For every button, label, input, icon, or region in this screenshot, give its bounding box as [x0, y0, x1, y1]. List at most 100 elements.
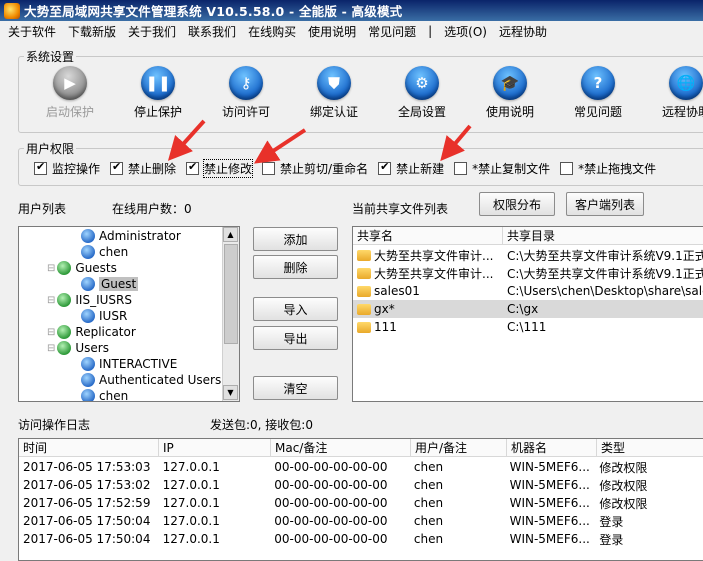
checkbox-empty-icon[interactable]	[262, 161, 276, 175]
permission-label: 监控操作	[52, 161, 101, 176]
log-row[interactable]: 2017-06-05 17:50:04 127.0.0.1 00-00-00-00-…	[19, 530, 703, 548]
scroll-down-arrow-icon[interactable]: ▼	[223, 385, 238, 400]
add-button[interactable]: 添加	[253, 227, 338, 251]
col-share-name[interactable]: 共享名	[353, 227, 503, 244]
log-row[interactable]: 2017-06-05 17:52:59 127.0.0.1 00-00-00-00-…	[19, 494, 703, 512]
log-cell: 127.0.0.1	[162, 514, 220, 528]
shared-folder-icon	[357, 267, 371, 279]
log-row[interactable]: 2017-06-05 17:53:03 127.0.0.1 00-00-00-00-…	[19, 458, 703, 476]
permission-label: *禁止复制文件	[472, 161, 551, 176]
toolbar-button-1[interactable]: ❚❚ 停止保护	[114, 60, 202, 124]
permission-checkbox-6[interactable]: *禁止拖拽文件	[560, 160, 656, 177]
user-tree-item[interactable]: IUSR	[81, 309, 127, 323]
log-row[interactable]: 2017-06-05 17:53:02 127.0.0.1 00-00-00-00-…	[19, 476, 703, 494]
user-tree-scrollbar[interactable]: ▲ ▼	[222, 227, 239, 401]
online-users-count: 0	[184, 202, 192, 216]
menu-item-4[interactable]: 在线购买	[248, 23, 296, 40]
menu-item-8[interactable]: 选项(O)	[444, 23, 487, 40]
shared-folder-icon	[357, 303, 371, 315]
checkbox-empty-icon[interactable]	[560, 161, 574, 175]
import-button[interactable]: 导入	[253, 297, 338, 321]
user-tree-item[interactable]: ⊟ IIS_IUSRS	[47, 293, 132, 307]
toolbar-button-4[interactable]: ⚙ 全局设置	[378, 60, 466, 124]
user-tree-label: chen	[99, 245, 129, 259]
user-tree-label: Authenticated Users	[99, 373, 222, 387]
col-share-path[interactable]: 共享目录	[503, 227, 703, 244]
log-col-4[interactable]: 机器名	[507, 439, 597, 456]
toolbar-button-label: 停止保护	[133, 105, 182, 119]
checkbox-checked-icon[interactable]	[186, 160, 200, 175]
user-tree-item[interactable]: chen	[81, 389, 128, 401]
shared-folder-icon	[357, 285, 371, 297]
log-col-5[interactable]: 类型	[597, 439, 703, 456]
checkbox-checked-icon[interactable]	[34, 160, 47, 175]
log-col-0[interactable]: 时间	[19, 439, 159, 456]
menu-item-9[interactable]: 远程协助	[499, 23, 547, 40]
clear-button[interactable]: 清空	[253, 376, 338, 400]
toolbar-button-7[interactable]: 🌐 远程协助	[642, 60, 703, 124]
shared-files-list[interactable]: 共享名 共享目录 大势至共享文件审计... C:\大势至共享文件审计系统V9.1正…	[352, 226, 703, 402]
access-log-list[interactable]: 时间 IP Mac/备注 用户/备注 机器名 类型 2017-06-05 17:53:03…	[18, 438, 703, 561]
online-users-label: 在线用户数：0	[112, 202, 192, 216]
toolbar-button-3[interactable]: ⛊ 绑定认证	[290, 60, 378, 124]
share-path: C:\gx	[507, 302, 539, 316]
user-tree-item[interactable]: Administrator	[81, 229, 181, 243]
permission-checkbox-3[interactable]: 禁止剪切/重命名	[262, 160, 368, 177]
menu-item-3[interactable]: 联系我们	[188, 23, 236, 40]
user-tree-item[interactable]: ⊟ Replicator	[47, 325, 136, 339]
shared-file-row[interactable]: 大势至共享文件审计... C:\大势至共享文件审计系统V9.1正式	[353, 246, 703, 264]
log-row[interactable]: 2017-06-05 17:50:04 127.0.0.1 00-00-00-00-…	[19, 512, 703, 530]
permission-checkbox-5[interactable]: *禁止复制文件	[454, 160, 550, 177]
shared-folder-icon	[357, 321, 371, 333]
share-name: gx*	[374, 302, 395, 316]
checkbox-empty-icon[interactable]	[454, 161, 468, 175]
shared-file-row[interactable]: 大势至共享文件审计... C:\大势至共享文件审计系统V9.1正式	[353, 264, 703, 282]
log-cell: 2017-06-05 17:50:04	[23, 532, 151, 546]
permission-checkbox-0[interactable]: 监控操作	[34, 160, 100, 177]
toolbar-button-2[interactable]: ⚷ 访问许可	[202, 60, 290, 124]
toolbar-button-label: 常见问题	[573, 105, 622, 119]
menu-item-2[interactable]: 关于我们	[128, 23, 176, 40]
permission-distribution-button[interactable]: 权限分布	[479, 192, 555, 216]
scroll-thumb[interactable]	[224, 244, 238, 344]
user-tree-item[interactable]: INTERACTIVE	[81, 357, 177, 371]
system-toolbar: ▶ 启动保护 ❚❚ 停止保护 ⚷ 访问许可 ⛊ 绑定认证 ⚙ 全局设置 🎓 使用说明? 常见问题 🌐 远程协…	[26, 60, 703, 130]
checkbox-checked-icon[interactable]	[110, 160, 124, 175]
delete-button[interactable]: 删除	[253, 255, 338, 279]
share-name: 大势至共享文件审计...	[374, 266, 494, 281]
shared-file-row[interactable]: 111 C:\111	[353, 318, 703, 336]
menu-item-6[interactable]: 常见问题	[368, 23, 416, 40]
user-tree-label: IIS_IUSRS	[75, 293, 132, 307]
log-cell: 127.0.0.1	[162, 532, 220, 546]
shared-file-row[interactable]: sales01 C:\Users\chen\Desktop\share\sales…	[353, 282, 703, 300]
log-col-1[interactable]: IP	[159, 439, 271, 456]
share-path: C:\111	[507, 320, 547, 334]
toolbar-button-0[interactable]: ▶ 启动保护	[26, 60, 114, 124]
log-col-3[interactable]: 用户/备注	[411, 439, 507, 456]
scroll-up-arrow-icon[interactable]: ▲	[223, 227, 238, 242]
permission-checkbox-4[interactable]: 禁止新建	[378, 160, 444, 177]
permission-checkbox-1[interactable]: 禁止删除	[110, 160, 176, 177]
checkbox-checked-icon[interactable]	[378, 160, 392, 175]
toolbar-button-6[interactable]: ? 常见问题	[554, 60, 642, 124]
export-button[interactable]: 导出	[253, 326, 338, 350]
client-list-button[interactable]: 客户端列表	[566, 192, 644, 216]
menu-item-0[interactable]: 关于软件	[8, 23, 56, 40]
user-tree[interactable]: Administrator chen ⊟ Guests Guest ⊟ IIS_IUSRS I…	[18, 226, 240, 402]
user-tree-item[interactable]: ⊟ Guests	[47, 261, 117, 275]
log-cell: 修改权限	[599, 496, 648, 511]
window-title: 大势至局域网共享文件管理系统 V10.5.58.0 - 全能版 - 高级模式	[24, 4, 403, 19]
user-tree-item[interactable]: ⊟ Users	[47, 341, 109, 355]
shared-file-row[interactable]: gx* C:\gx	[353, 300, 703, 318]
share-name: 111	[374, 320, 397, 334]
permission-checkbox-2[interactable]: 禁止修改	[186, 158, 254, 178]
user-tree-item[interactable]: chen	[81, 245, 128, 259]
user-tree-item[interactable]: Authenticated Users	[81, 373, 221, 387]
user-tree-item[interactable]: Guest	[81, 277, 139, 291]
toolbar-button-label: 远程协助	[661, 105, 703, 119]
toolbar-button-5[interactable]: 🎓 使用说明	[466, 60, 554, 124]
menu-item-5[interactable]: 使用说明	[308, 23, 356, 40]
menu-item-1[interactable]: 下载新版	[68, 23, 116, 40]
share-path: C:\Users\chen\Desktop\share\sales\	[507, 284, 703, 298]
log-col-2[interactable]: Mac/备注	[271, 439, 411, 456]
